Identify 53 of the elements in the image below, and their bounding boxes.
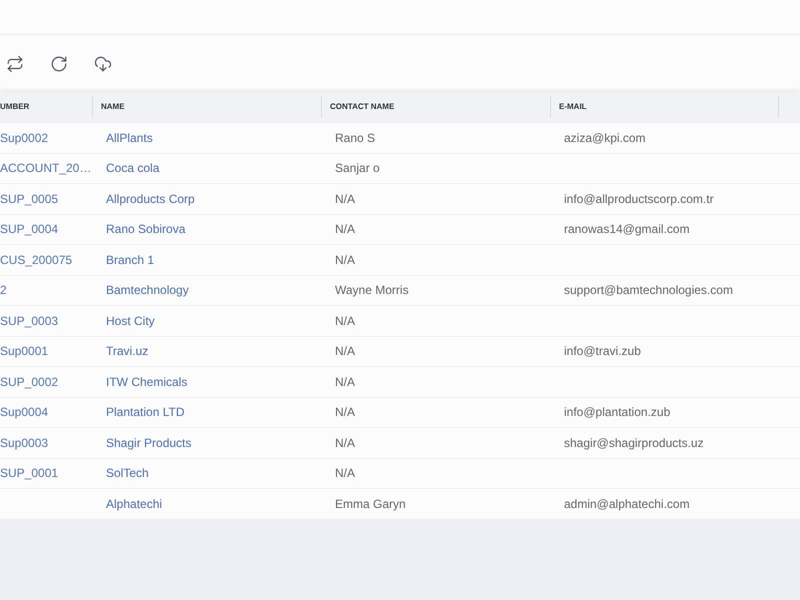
name-link[interactable]: Rano Sobirova: [106, 222, 186, 236]
table-cell: N/A: [335, 436, 356, 450]
table-cell: N/A: [335, 374, 356, 389]
table-cell: ACCOUNT_20…: [0, 161, 92, 176]
table-cell: aziza@kpi.com: [564, 130, 646, 145]
name-link[interactable]: Shagir Products: [106, 436, 192, 450]
table-cell: Sup0001: [0, 344, 48, 358]
table-cell: N/A: [335, 314, 356, 328]
table-cell: shagir@shagirproducts.uz: [564, 436, 704, 450]
table-cell: 2: [0, 283, 7, 298]
table-cell: N/A: [335, 252, 356, 267]
table-cell: SUP_0002: [0, 374, 58, 389]
table-cell: Wayne Morris: [335, 283, 409, 298]
table-cell: Rano S: [335, 130, 376, 145]
table-cell: N/A: [335, 466, 356, 480]
table-cell: N/A: [335, 405, 356, 420]
table-cell: support@bamtechnologies.com: [564, 283, 733, 298]
name-link[interactable]: Bamtechnology: [106, 283, 189, 298]
cloud-download-icon: [94, 54, 112, 72]
table-cell: info@allproductscorp.com.tr: [564, 192, 714, 206]
column-header[interactable]: UMBER: [0, 101, 30, 113]
table-cell: N/A: [335, 192, 356, 206]
table-cell: Sup0003: [0, 436, 48, 450]
swap-icon: [6, 54, 24, 72]
name-link[interactable]: SolTech: [106, 466, 149, 480]
table-cell: N/A: [335, 344, 356, 358]
column-header[interactable]: E-MAIL: [559, 101, 587, 113]
refresh-icon: [50, 54, 68, 72]
column-header[interactable]: NAME: [101, 101, 125, 113]
table-cell: info@travi.zub: [564, 344, 641, 358]
name-link[interactable]: Branch 1: [106, 252, 154, 267]
table-cell: Sanjar o: [335, 161, 380, 176]
table-cell: CUS_200075: [0, 252, 72, 267]
table-cell: SUP_0001: [0, 466, 58, 480]
table-cell: admin@alphatechi.com: [564, 496, 690, 511]
table-cell: SUP_0005: [0, 192, 58, 206]
table-cell: Sup0004: [0, 405, 48, 420]
name-link[interactable]: Alphatechi: [106, 496, 162, 511]
table-cell: Sup0002: [0, 130, 48, 145]
name-link[interactable]: Allproducts Corp: [106, 192, 195, 206]
table-cell: Emma Garyn: [335, 496, 406, 511]
name-link[interactable]: AllPlants: [106, 130, 153, 145]
name-link[interactable]: Travi.uz: [106, 344, 148, 358]
table-cell: ranowas14@gmail.com: [564, 222, 690, 236]
name-link[interactable]: ITW Chemicals: [106, 374, 188, 389]
table-cell: SUP_0003: [0, 314, 58, 328]
table-cell: info@plantation.zub: [564, 405, 670, 420]
name-link[interactable]: Plantation LTD: [106, 405, 184, 420]
table-cell: N/A: [335, 222, 356, 236]
name-link[interactable]: Coca cola: [106, 161, 160, 176]
table-cell: SUP_0004: [0, 222, 58, 236]
name-link[interactable]: Host City: [106, 314, 155, 328]
column-header[interactable]: CONTACT NAME: [330, 101, 394, 113]
